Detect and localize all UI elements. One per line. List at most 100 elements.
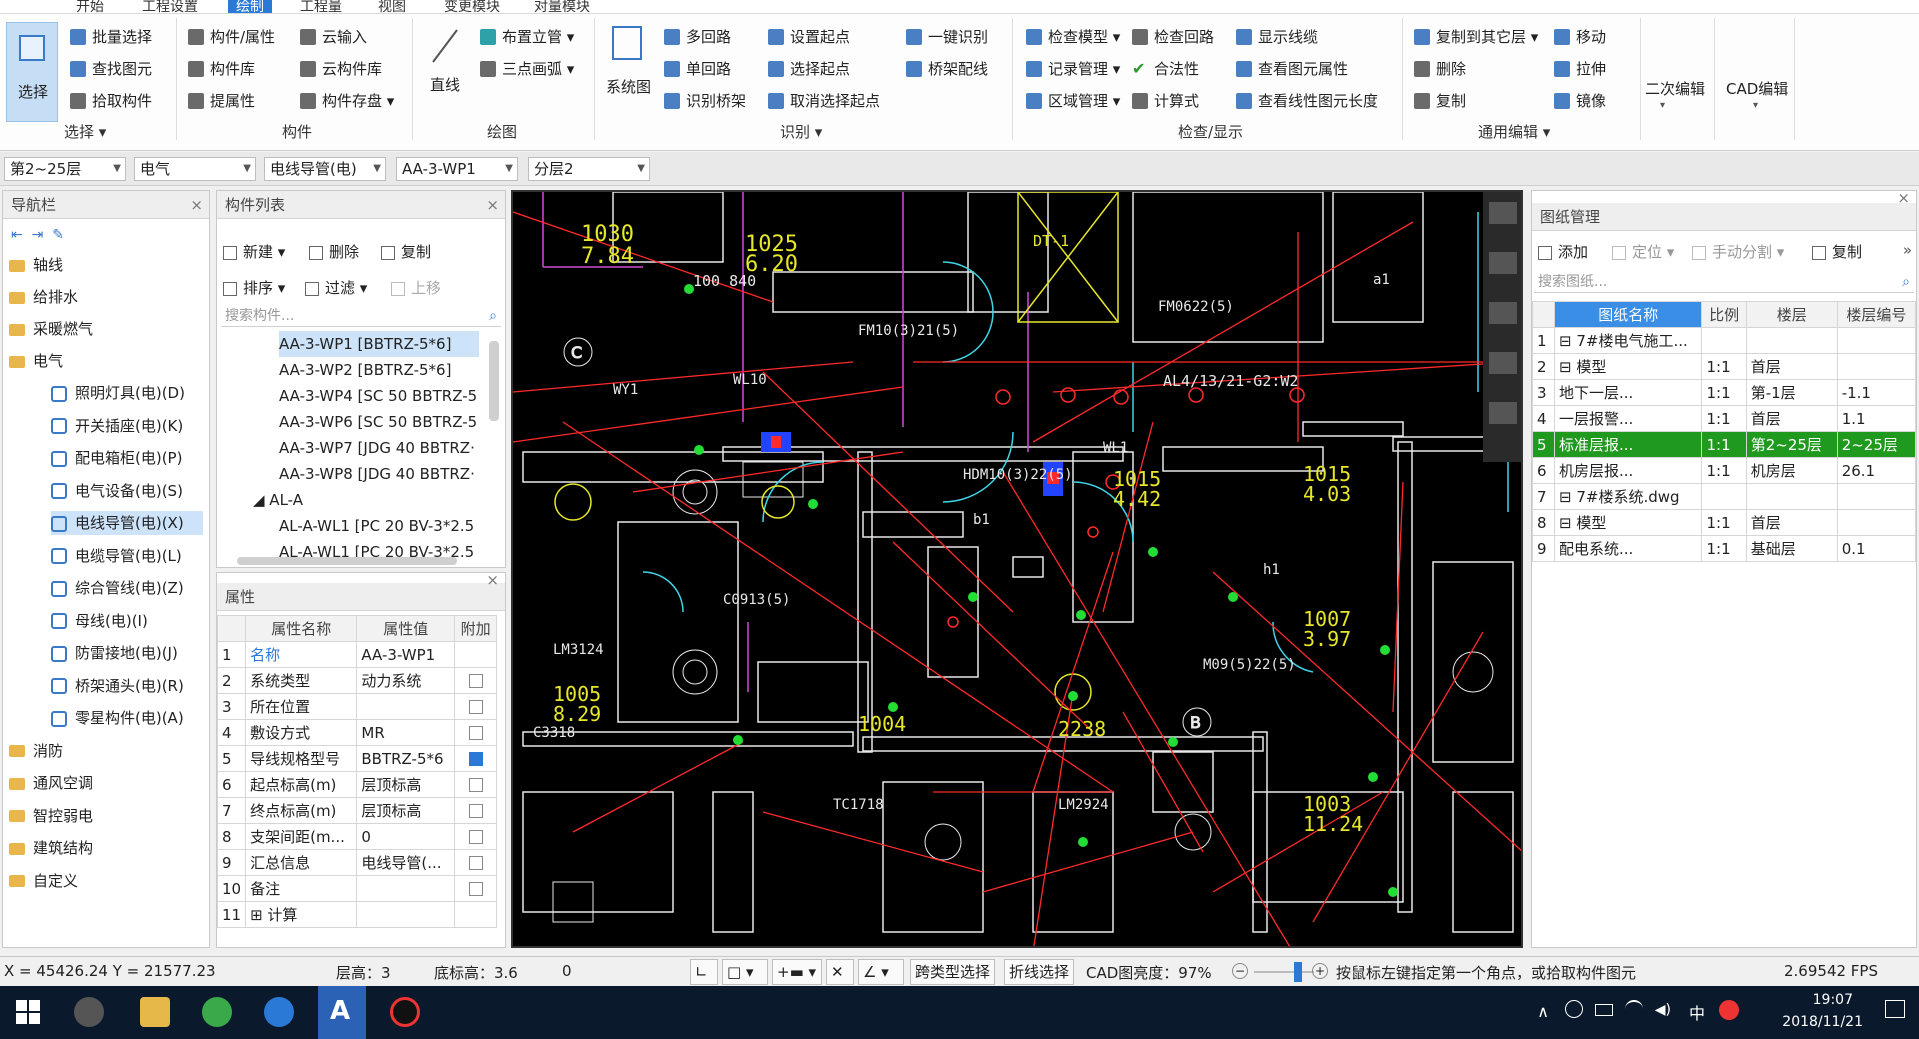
component-property-button[interactable]: 构件/属性: [188, 26, 275, 48]
type-select-button[interactable]: 跨类型选择: [910, 959, 996, 985]
copy-button[interactable]: 复制: [1414, 90, 1466, 112]
table-row[interactable]: 5 导线规格型号 BBTRZ-5*6: [216, 745, 497, 772]
menu-item[interactable]: 工程量: [300, 0, 342, 13]
app-green-icon[interactable]: [202, 997, 232, 1027]
nav-item-electric[interactable]: 桥架通头(电)(R): [51, 674, 184, 698]
area-manage-button[interactable]: 区域管理 ▾: [1026, 90, 1120, 112]
view-element-property-button[interactable]: 查看图元属性: [1236, 58, 1348, 80]
property-value[interactable]: BBTRZ-5*6: [356, 745, 456, 772]
property-value[interactable]: 电线导管(...: [356, 849, 456, 876]
attach-checkbox[interactable]: [468, 726, 483, 740]
attach-checkbox[interactable]: [468, 778, 483, 792]
battery-icon[interactable]: [1595, 1004, 1613, 1016]
stretch-button[interactable]: 拉伸: [1554, 58, 1606, 80]
expand-icon[interactable]: ⇥: [32, 227, 44, 243]
nav-folder[interactable]: 电气: [9, 349, 63, 373]
browser-icon[interactable]: [74, 997, 104, 1027]
category-select[interactable]: 电线导管(电) ▼: [264, 157, 386, 181]
cancel-start-button[interactable]: 取消选择起点: [768, 90, 880, 112]
table-row[interactable]: 6 机房层报... 1:1 机房层 26.1: [1532, 457, 1917, 484]
move-up-button[interactable]: 上移: [391, 277, 441, 298]
slider-handle[interactable]: [1294, 962, 1302, 982]
tray-chevron-icon[interactable]: ∧: [1537, 1002, 1549, 1021]
locate-button[interactable]: 定位 ▾: [1612, 241, 1674, 262]
table-row[interactable]: 4 敷设方式 MR: [216, 719, 497, 746]
close-icon[interactable]: ×: [190, 191, 203, 219]
property-value[interactable]: [356, 875, 456, 902]
filter-button[interactable]: 过滤 ▾: [305, 277, 367, 298]
brightness-slider[interactable]: [1254, 971, 1314, 973]
component-list-item[interactable]: AL-A-WL1 [PC 20 BV-3*2.5: [279, 513, 479, 539]
gtj-app-icon[interactable]: A: [318, 986, 366, 1039]
nav-folder[interactable]: 智控弱电: [9, 804, 93, 828]
tray-wiring-button[interactable]: 桥架配线: [906, 58, 988, 80]
attach-checkbox[interactable]: [468, 674, 483, 688]
table-row[interactable]: 10 备注: [216, 875, 497, 902]
nav-item-electric[interactable]: 配电箱柜(电)(P): [51, 446, 182, 470]
nav-item-electric[interactable]: 电缆导管(电)(L): [51, 544, 182, 568]
close-icon[interactable]: ×: [486, 571, 499, 589]
nav-item-electric[interactable]: 照明灯具(电)(D): [51, 381, 185, 405]
table-row[interactable]: 7 ⊟ 7#楼系统.dwg: [1532, 483, 1917, 510]
floor-select[interactable]: 第2~25层 ▼: [4, 157, 126, 181]
record-manage-button[interactable]: 记录管理 ▾: [1026, 58, 1120, 80]
component-list-item[interactable]: AA-3-WP8 [JDG 40 BBTRZ·: [279, 461, 479, 487]
minus-icon[interactable]: −: [1232, 963, 1248, 979]
sogou-icon[interactable]: [1719, 1000, 1739, 1020]
one-click-identify-button[interactable]: 一键识别: [906, 26, 988, 48]
qq-icon[interactable]: [390, 997, 420, 1027]
table-row[interactable]: 6 起点标高(m) 层顶标高: [216, 771, 497, 798]
cad-edit-button[interactable]: CAD编辑: [1726, 78, 1788, 99]
check-circuit-button[interactable]: 检查回路: [1132, 26, 1214, 48]
table-row[interactable]: 1 名称 AA-3-WP1: [216, 641, 497, 668]
component-list-item[interactable]: AA-3-WP2 [BBTRZ-5*6]: [279, 357, 479, 383]
app-blue-icon[interactable]: [264, 997, 294, 1027]
polyline-select-button[interactable]: 折线选择: [1004, 959, 1075, 985]
edit-icon[interactable]: ✎: [52, 227, 64, 243]
tray-icon[interactable]: [1565, 1000, 1583, 1018]
component-group[interactable]: ◢ AL-A: [253, 487, 453, 513]
menu-item[interactable]: 对量模块: [534, 0, 590, 13]
scrollbar[interactable]: [489, 341, 499, 421]
extract-property-button[interactable]: 提属性: [188, 90, 255, 112]
component-list-item[interactable]: AA-3-WP6 [SC 50 BBTRZ-5: [279, 409, 479, 435]
property-value[interactable]: 层顶标高: [356, 771, 456, 798]
table-row[interactable]: 1 ⊟ 7#楼电气施工...: [1532, 327, 1917, 354]
component-list-item[interactable]: AA-3-WP7 [JDG 40 BBTRZ·: [279, 435, 479, 461]
nav-item-electric[interactable]: 电气设备(电)(S): [51, 479, 183, 503]
property-value[interactable]: 0: [356, 823, 456, 850]
multi-circuit-button[interactable]: 多回路: [664, 26, 731, 48]
nav-item-electric[interactable]: 母线(电)(I): [51, 609, 148, 633]
property-value[interactable]: [356, 693, 456, 720]
table-row[interactable]: 9 汇总信息 电线导管(...: [216, 849, 497, 876]
discipline-select[interactable]: 电气 ▼: [134, 157, 256, 181]
nav-folder[interactable]: 采暖燃气: [9, 317, 93, 341]
set-start-button[interactable]: 设置起点: [768, 26, 850, 48]
choose-start-button[interactable]: 选择起点: [768, 58, 850, 80]
sort-button[interactable]: 排序 ▾: [223, 277, 285, 298]
file-explorer-icon[interactable]: [140, 997, 170, 1027]
menu-item[interactable]: 绘制: [228, 0, 272, 13]
table-row[interactable]: 7 终点标高(m) 层顶标高: [216, 797, 497, 824]
table-row[interactable]: 2 系统类型 动力系统: [216, 667, 497, 694]
angle-toggle[interactable]: ∠ ▾: [858, 959, 904, 985]
cloud-library-button[interactable]: 云构件库: [300, 58, 382, 80]
validity-button[interactable]: ✔ 合法性: [1132, 58, 1199, 80]
check-model-button[interactable]: 检查模型 ▾: [1026, 26, 1120, 48]
component-select[interactable]: AA-3-WP1 ▼: [396, 157, 518, 181]
nav-item-electric[interactable]: 防雷接地(电)(J): [51, 641, 178, 665]
system-diagram-button[interactable]: 系统图: [606, 76, 651, 97]
manual-split-button[interactable]: 手动分割 ▾: [1692, 241, 1784, 262]
pick-component-button[interactable]: 拾取构件: [70, 90, 152, 112]
ime-indicator[interactable]: 中: [1689, 1000, 1705, 1024]
nav-item-electric[interactable]: 开关插座(电)(K): [51, 414, 183, 438]
table-row[interactable]: 3 地下一层... 1:1 第-1层 -1.1: [1532, 379, 1917, 406]
group-select-label[interactable]: 选择 ▾: [64, 121, 106, 142]
nav-folder[interactable]: 给排水: [9, 285, 78, 309]
menu-item[interactable]: 视图: [378, 0, 406, 13]
snap-toggle[interactable]: □ ▾: [722, 959, 768, 985]
copy-to-floor-button[interactable]: 复制到其它层 ▾: [1414, 26, 1538, 48]
ortho-toggle[interactable]: ∟: [690, 959, 718, 985]
show-cable-button[interactable]: 显示线缆: [1236, 26, 1318, 48]
table-row[interactable]: 4 一层报警... 1:1 首层 1.1: [1532, 405, 1917, 432]
